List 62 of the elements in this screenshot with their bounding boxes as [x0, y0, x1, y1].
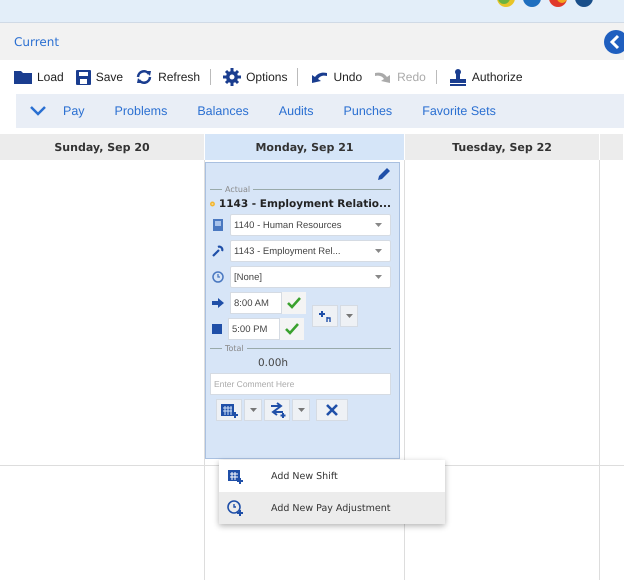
caret-icon: [375, 275, 382, 279]
back-icon[interactable]: [604, 30, 624, 54]
caret-icon: [375, 249, 382, 253]
clock-plus-icon: [227, 500, 243, 516]
building-icon: [212, 219, 224, 231]
folder-icon: [14, 70, 32, 84]
collapse-chevron-icon[interactable]: [30, 106, 46, 116]
nav-tab[interactable]: Audits: [266, 104, 327, 118]
section-label: Actual: [225, 185, 250, 194]
day-header: Sunday, Sep 20: [0, 134, 205, 160]
stop-icon: [212, 324, 222, 334]
delete-button[interactable]: [316, 399, 348, 421]
transfer-add-button[interactable]: [264, 399, 290, 421]
undo-icon: [310, 70, 328, 84]
caret-icon: [298, 408, 304, 412]
nav-tab[interactable]: Problems: [102, 104, 180, 118]
dropdown-caret-button[interactable]: [244, 399, 262, 421]
nav-tab[interactable]: Punches: [330, 104, 406, 118]
refresh-icon: [135, 69, 154, 85]
shift-title: 1143 - Employment Relatio...: [218, 198, 391, 210]
toolbar-button[interactable]: Refresh: [133, 69, 212, 85]
caret-icon: [346, 314, 352, 318]
pencil-icon[interactable]: [377, 167, 391, 181]
swap-arrows-icon: [268, 402, 286, 418]
redo-icon: [374, 70, 392, 84]
toolbar-button[interactable]: Authorize: [446, 68, 529, 86]
add-punch-button[interactable]: [312, 305, 338, 327]
settings-icon: [223, 68, 242, 86]
nav-tab[interactable]: Pay: [50, 104, 98, 118]
page-title: Current: [14, 34, 60, 48]
save-icon: [76, 70, 91, 84]
nav-tab[interactable]: Balances: [184, 104, 262, 118]
calendar-plus-icon: [227, 468, 243, 484]
comment-field[interactable]: Enter Comment Here: [210, 373, 391, 395]
close-icon: [326, 404, 338, 416]
dropdown-field[interactable]: 1143 - Employment Rel...: [230, 240, 391, 262]
menu-item[interactable]: Add New Pay Adjustment: [219, 492, 445, 524]
toolbar-button[interactable]: Save: [74, 70, 130, 84]
day-header: Monday, Sep 21: [205, 134, 405, 160]
nav-tab[interactable]: Favorite Sets: [409, 104, 509, 118]
dropdown-field[interactable]: [None]: [230, 266, 391, 288]
dropdown-caret-button[interactable]: [292, 399, 310, 421]
plus-icon: [318, 310, 332, 322]
arrow-right-icon: [212, 298, 224, 308]
calendar-add-button[interactable]: [216, 399, 242, 421]
toolbar-button[interactable]: Undo: [308, 70, 368, 84]
calendar-plus-icon: [220, 402, 238, 418]
menu-item[interactable]: Add New Shift: [219, 460, 445, 492]
caret-icon: [250, 408, 256, 412]
stamp-icon: [448, 68, 467, 86]
day-header: Tuesday, Sep 22: [405, 134, 600, 160]
dropdown-field[interactable]: 1140 - Human Resources: [230, 214, 391, 236]
section-label: Total: [225, 344, 244, 353]
caret-icon: [375, 223, 382, 227]
time-field[interactable]: 8:00 AM: [230, 292, 282, 314]
total-hours: 0.00h: [257, 357, 290, 369]
clock-icon: [212, 271, 224, 283]
toolbar-button[interactable]: Options: [221, 68, 298, 86]
dropdown-caret-button[interactable]: [340, 305, 358, 327]
wrench-icon: [212, 245, 224, 257]
time-field[interactable]: 5:00 PM: [228, 318, 280, 340]
toolbar-button[interactable]: Load: [12, 70, 70, 84]
